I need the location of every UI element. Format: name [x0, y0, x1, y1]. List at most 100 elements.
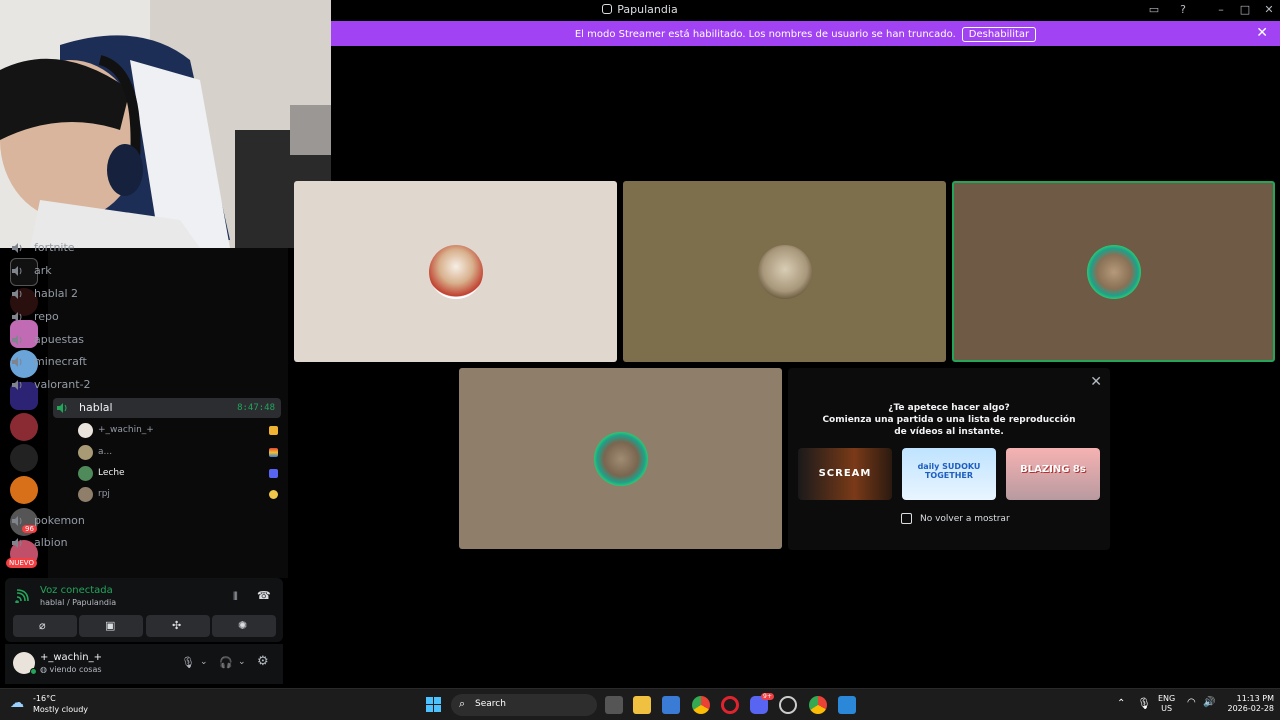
popup-subtitle: Comienza una partida o una lista de repr… — [822, 415, 1076, 437]
signal-icon — [15, 589, 29, 603]
language-bottom: US — [1161, 704, 1173, 713]
voice-user[interactable]: rpj — [74, 484, 284, 504]
voice-timer: 8:47:48 — [237, 403, 275, 413]
chrome-profile-icon[interactable] — [809, 696, 827, 714]
status-icon — [269, 426, 278, 435]
photos-icon[interactable] — [838, 696, 856, 714]
inbox-icon[interactable]: ▭ — [1144, 2, 1164, 18]
activity-card-sudoku[interactable]: daily SUDOKU TOGETHER — [902, 448, 996, 500]
file-explorer-icon[interactable] — [633, 696, 651, 714]
avatar — [757, 244, 812, 299]
microphone-icon[interactable]: 🎙 — [1137, 697, 1151, 710]
participant-tile[interactable] — [623, 181, 946, 362]
microphone-icon[interactable]: 🎙 — [181, 656, 195, 669]
weather-temp[interactable]: -16°C — [33, 694, 56, 703]
wifi-icon[interactable]: ◠ — [1187, 697, 1196, 708]
channel-hablal-2[interactable]: hablal 2 — [8, 284, 233, 304]
weather-icon: ☁ — [10, 695, 24, 711]
emoji-icon — [269, 490, 278, 499]
webcam-image — [0, 0, 331, 248]
status-icon — [269, 448, 278, 457]
opera-icon[interactable] — [721, 696, 739, 714]
camera-off-icon: ⌀ — [39, 619, 46, 632]
chevron-down-icon[interactable]: ⌄ — [238, 657, 246, 667]
headphones-icon[interactable]: 🎧 — [219, 656, 233, 669]
voice-user[interactable]: +_wachin_+ — [74, 420, 284, 440]
chrome-icon[interactable] — [692, 696, 710, 714]
dont-show-checkbox[interactable] — [901, 513, 912, 524]
speaker-icon — [12, 243, 22, 253]
server-icon — [602, 4, 613, 14]
speaker-icon — [12, 357, 22, 367]
voice-user[interactable]: a... — [74, 442, 284, 462]
server-icon[interactable] — [10, 444, 38, 472]
speaker-icon — [12, 380, 22, 390]
activity-suggestion-popup: ✕ ¿Te apetece hacer algo? Comienza una p… — [788, 368, 1110, 550]
chevron-up-icon[interactable]: ⌃ — [1117, 698, 1125, 709]
search-box[interactable]: ⌕ Search — [451, 694, 597, 716]
soundboard-button[interactable]: ✺ — [212, 615, 276, 637]
chevron-down-icon[interactable]: ⌄ — [200, 657, 208, 667]
volume-icon[interactable]: 🔊 — [1203, 697, 1215, 708]
participant-tile-speaking[interactable] — [952, 181, 1275, 362]
voice-panel: Voz conectada hablal / Papulandia ⦀ ☎ ⌀ … — [5, 578, 283, 642]
close-icon[interactable]: ✕ — [1090, 374, 1102, 390]
voice-status: Voz conectada — [40, 585, 113, 596]
taskbar: ☁ -16°C Mostly cloudy ⌕ Search 9+ ⌃ 🎙 EN… — [0, 688, 1280, 720]
disconnect-icon[interactable]: ☎ — [257, 589, 271, 602]
activity-card-scream[interactable]: SCREAM — [798, 448, 892, 500]
gear-icon[interactable]: ⚙ — [257, 654, 269, 669]
disable-streamer-button[interactable]: Deshabilitar — [961, 27, 1037, 42]
channel-valorant-2[interactable]: valorant-2 — [8, 375, 233, 395]
close-window-button[interactable]: ✕ — [1259, 2, 1279, 18]
online-status-icon — [30, 668, 37, 675]
avatar — [78, 445, 93, 460]
activities-button[interactable]: ✣ — [146, 615, 210, 637]
channel-fortnite[interactable]: fortnite — [8, 238, 233, 258]
participant-tile[interactable] — [459, 368, 782, 549]
help-icon[interactable]: ? — [1173, 2, 1193, 18]
channel-minecraft[interactable]: minecraft — [8, 352, 233, 372]
language-top: ENG — [1158, 694, 1176, 703]
speaker-icon — [12, 335, 22, 345]
minimize-button[interactable]: – — [1211, 2, 1231, 18]
screen-share-button[interactable]: ▣ — [79, 615, 143, 637]
store-icon[interactable] — [662, 696, 680, 714]
discord-badge: 9+ — [761, 693, 774, 700]
webcam-overlay — [0, 0, 331, 248]
start-button[interactable] — [426, 697, 441, 712]
channel-repo[interactable]: repo — [8, 307, 233, 327]
channel-ark[interactable]: ark — [8, 261, 233, 281]
voice-user[interactable]: Leche — [74, 463, 284, 483]
weather-desc[interactable]: Mostly cloudy — [33, 705, 88, 714]
soundboard-icon: ✺ — [238, 619, 248, 632]
gamepad-icon — [269, 469, 278, 478]
channel-albion[interactable]: albion — [8, 533, 233, 553]
avatar — [593, 431, 648, 486]
maximize-button[interactable]: □ — [1235, 2, 1255, 18]
clock-time: 11:13 PM — [1236, 694, 1274, 703]
window-title: Papulandia — [617, 3, 678, 16]
username: +_wachin_+ — [40, 652, 103, 663]
camera-off-button[interactable]: ⌀ — [13, 615, 77, 637]
channel-pokemon[interactable]: pokemon — [8, 511, 233, 531]
dont-show-label: No volver a mostrar — [920, 514, 1010, 524]
clock-date: 2026-02-28 — [1227, 704, 1275, 713]
voice-location[interactable]: hablal / Papulandia — [40, 598, 116, 607]
task-view-icon[interactable] — [605, 696, 623, 714]
activity-card-blazing-8s[interactable]: BLAZING 8s — [1006, 448, 1100, 500]
server-icon[interactable] — [10, 413, 38, 441]
new-badge: NUEVO — [6, 558, 37, 568]
participant-tile[interactable] — [294, 181, 617, 362]
soundwave-icon[interactable]: ⦀ — [233, 590, 238, 604]
avatar — [78, 487, 93, 502]
steam-icon[interactable] — [779, 696, 797, 714]
speaker-icon — [12, 266, 22, 276]
server-icon[interactable] — [10, 476, 38, 504]
speaker-icon — [12, 312, 22, 322]
avatar — [78, 423, 93, 438]
channel-apuestas[interactable]: apuestas — [8, 330, 233, 350]
channel-hablal[interactable]: hablal 8:47:48 — [53, 398, 281, 418]
close-icon[interactable]: ✕ — [1256, 25, 1268, 41]
speaker-icon — [12, 538, 22, 548]
